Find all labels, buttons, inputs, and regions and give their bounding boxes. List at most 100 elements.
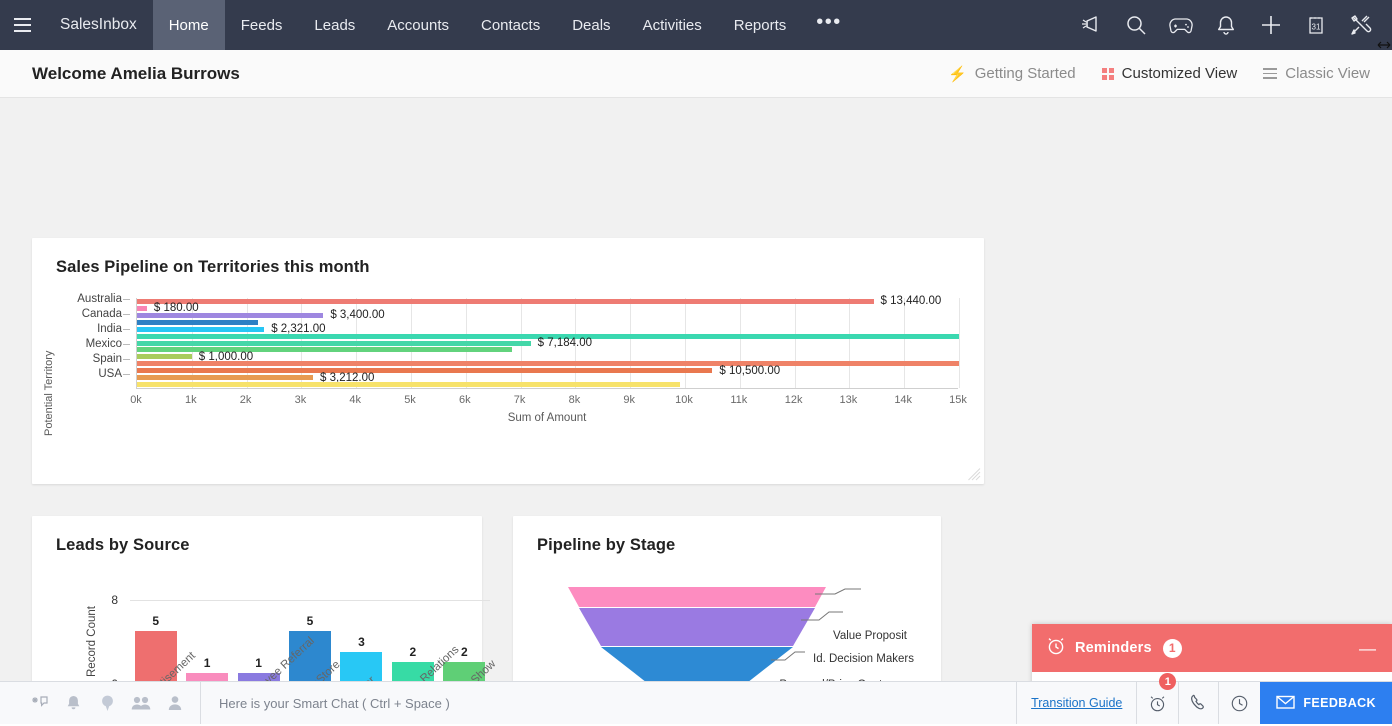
y-axis-tick [123,329,130,330]
bar-value-label: 2 [410,645,417,659]
y-axis-tick [123,359,130,360]
user-icon[interactable] [158,682,192,724]
y-axis-tick [123,299,130,300]
smart-chat-input[interactable]: Here is your Smart Chat ( Ctrl + Space ) [200,682,450,724]
alarm-clock-icon[interactable]: 1 [1136,682,1178,724]
top-navigation-bar: SalesInbox Home Feeds Leads Accounts Con… [0,0,1392,50]
nav-left-group: SalesInbox Home Feeds Leads Accounts Con… [0,0,856,50]
bar-value-label: 1 [204,656,211,670]
x-axis-tick-label: 15k [949,394,967,406]
gamepad-icon[interactable] [1168,12,1194,38]
svg-text:31: 31 [1312,23,1321,32]
x-axis-tick-label: 9k [623,394,635,406]
nav-item-deals[interactable]: Deals [556,0,626,50]
bolt-icon: ⚡ [948,65,967,83]
customized-view-button[interactable]: Customized View [1102,65,1238,82]
getting-started-button[interactable]: ⚡ Getting Started [948,65,1076,83]
bar[interactable] [137,354,192,359]
alarm-clock-icon [1046,636,1066,661]
calendar-icon[interactable]: 31 [1303,12,1329,38]
bar-value-label: $ 3,400.00 [330,309,384,321]
reminders-header: Reminders 1 — [1032,624,1392,672]
bar-value-label: $ 7,184.00 [538,337,592,349]
classic-view-label: Classic View [1285,65,1370,82]
hamburger-menu-icon[interactable] [0,0,44,50]
x-axis-tick-label: 2k [240,394,252,406]
envelope-icon [1276,695,1295,712]
x-axis-tick-label: 8k [569,394,581,406]
gridline [630,298,631,388]
bell-icon[interactable] [1213,12,1239,38]
x-axis-tick-label: 4k [349,394,361,406]
widget-resize-handle[interactable] [968,468,981,481]
gridline [849,298,850,388]
nav-item-home[interactable]: Home [153,0,225,50]
nav-overflow-icon[interactable]: ••• [802,0,856,50]
horizontal-bar-chart: Potential Territory AustraliaCanadaIndia… [32,298,984,484]
widget-title: Pipeline by Stage [513,516,941,555]
bottom-status-bar: Here is your Smart Chat ( Ctrl + Space )… [0,681,1392,724]
bar[interactable] [137,382,680,387]
nav-item-salesinbox[interactable]: SalesInbox [44,0,153,50]
classic-view-button[interactable]: Classic View [1263,65,1370,82]
widget-sales-pipeline-territories: Sales Pipeline on Territories this month… [32,238,984,484]
bar[interactable] [137,347,512,352]
bar[interactable] [137,368,712,373]
bar[interactable] [137,320,258,325]
widget-title: Sales Pipeline on Territories this month [32,238,984,277]
reminders-title: Reminders [1075,640,1152,656]
transition-guide-link[interactable]: Transition Guide [1016,682,1136,724]
nav-item-leads[interactable]: Leads [298,0,371,50]
x-axis-tick-label: 0k [130,394,142,406]
nav-item-accounts[interactable]: Accounts [371,0,465,50]
minimize-icon[interactable]: — [1359,640,1376,657]
bar[interactable] [137,299,874,304]
gridline [795,298,796,388]
smart-chat-placeholder: Here is your Smart Chat ( Ctrl + Space ) [219,696,450,711]
nav-item-reports[interactable]: Reports [718,0,803,50]
chat-settings-icon[interactable] [22,682,56,724]
feedback-label: FEEDBACK [1303,696,1376,710]
funnel-segment-proposal-price-quote [601,647,793,681]
search-icon[interactable] [1123,12,1149,38]
nav-item-contacts[interactable]: Contacts [465,0,556,50]
bar-value-label: 3 [358,635,365,649]
y-axis-tick-label: 8 [104,593,118,607]
bar[interactable] [137,327,264,332]
y-axis-tick-label: Australia [77,293,122,305]
window-resize-cursor [1377,38,1391,54]
bar[interactable] [137,341,531,346]
bell-icon[interactable] [56,682,90,724]
customized-view-label: Customized View [1122,65,1238,82]
lines-icon [1263,68,1277,79]
chart-plot-area: $ 13,440.00$ 180.00$ 3,400.00$ 2,321.00$… [136,298,958,388]
balloon-icon[interactable] [90,682,124,724]
funnel-chart: Value Proposit Id. Decision Makers Propo… [513,586,941,681]
bar[interactable] [137,313,323,318]
plus-icon[interactable] [1258,12,1284,38]
widget-title: Leads by Source [32,516,482,555]
nav-item-activities[interactable]: Activities [627,0,718,50]
clock-icon[interactable] [1218,682,1260,724]
view-actions-group: ⚡ Getting Started Customized View Classi… [948,65,1370,83]
bar[interactable] [137,306,147,311]
y-axis-label: Potential Territory [40,338,58,448]
nav-item-feeds[interactable]: Feeds [225,0,299,50]
gridline [685,298,686,388]
megaphone-icon[interactable] [1078,12,1104,38]
x-axis-tick-label: 3k [295,394,307,406]
funnel-label-value-proposition: Value Proposit [833,630,907,642]
funnel-segment-id-decision-makers [579,608,815,646]
bar[interactable] [137,361,959,366]
bar[interactable] [340,652,382,682]
bar[interactable] [186,673,228,682]
vertical-bar-chart: Record Count 5115322 Lead Source 08Adver… [32,590,482,681]
feedback-button[interactable]: FEEDBACK [1260,682,1392,724]
tools-icon[interactable] [1348,12,1374,38]
phone-icon[interactable] [1178,682,1218,724]
gridline [959,298,960,388]
bar[interactable] [137,375,313,380]
y-axis-tick-label: Mexico [86,338,122,350]
x-axis-tick-label: 7k [514,394,526,406]
group-icon[interactable] [124,682,158,724]
